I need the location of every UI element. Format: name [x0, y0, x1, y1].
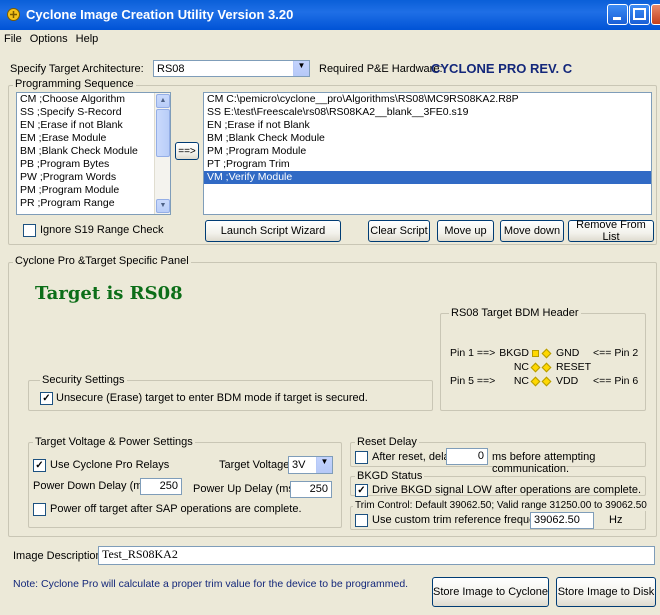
- store-to-disk-button[interactable]: Store Image to Disk: [556, 577, 656, 607]
- unsecure-checkbox[interactable]: ✓: [40, 392, 53, 405]
- launch-wizard-button[interactable]: Launch Script Wizard: [205, 220, 341, 242]
- target-voltage-select[interactable]: 3V ▼: [288, 456, 333, 474]
- command-list[interactable]: CM ;Choose Algorithm SS ;Specify S-Recor…: [16, 92, 171, 215]
- power-down-label: Power Down Delay (ms):: [33, 480, 155, 492]
- trim-unit: Hz: [609, 514, 623, 526]
- programming-sequence-label: Programming Sequence: [13, 78, 136, 90]
- relays-checkbox[interactable]: ✓: [33, 459, 46, 472]
- move-up-button[interactable]: Move up: [437, 220, 494, 242]
- menu-options[interactable]: Options: [26, 30, 72, 45]
- move-down-button[interactable]: Move down: [500, 220, 564, 242]
- power-down-input[interactable]: 250: [140, 478, 182, 495]
- pin1-label: Pin 1 ==>: [450, 347, 496, 359]
- add-command-button[interactable]: ==>: [175, 142, 199, 160]
- reset-delay-input[interactable]: 0: [446, 448, 488, 465]
- pin5-label: Pin 5 ==>: [450, 375, 496, 387]
- list-item[interactable]: PB ;Program Bytes: [17, 158, 170, 171]
- clear-script-button[interactable]: Clear Script: [368, 220, 430, 242]
- target-arch-value: RS08: [157, 63, 185, 75]
- hardware-value: CYCLONE PRO REV. C: [431, 61, 573, 76]
- relays-label: Use Cyclone Pro Relays: [50, 459, 170, 471]
- chevron-down-icon: ▼: [316, 457, 332, 473]
- pin6-label: <== Pin 6: [593, 375, 639, 387]
- list-item[interactable]: SS ;Specify S-Record: [17, 106, 170, 119]
- scroll-down-icon[interactable]: ▼: [156, 199, 170, 213]
- script-item[interactable]: EN ;Erase if not Blank: [204, 119, 651, 132]
- security-label: Security Settings: [40, 374, 127, 386]
- list-item[interactable]: PR ;Program Range: [17, 197, 170, 210]
- voltage-label: Target Voltage & Power Settings: [33, 436, 195, 448]
- reset-prefix: After reset, delay: [372, 451, 456, 463]
- close-button[interactable]: [651, 4, 660, 25]
- maximize-button[interactable]: [629, 4, 650, 25]
- command-list-scrollbar[interactable]: ▲ ▼: [154, 93, 170, 214]
- ignore-range-label: Ignore S19 Range Check: [40, 224, 164, 236]
- target-arch-label: Specify Target Architecture:: [10, 63, 144, 75]
- scroll-up-icon[interactable]: ▲: [156, 94, 170, 108]
- maximize-icon: [633, 8, 646, 20]
- power-off-label: Power off target after SAP operations ar…: [50, 503, 302, 515]
- script-item[interactable]: BM ;Blank Check Module: [204, 132, 651, 145]
- list-item[interactable]: BM ;Blank Check Module: [17, 145, 170, 158]
- pin2-label: <== Pin 2: [593, 347, 639, 359]
- pin-square-icon: [530, 348, 552, 360]
- pin-reset: RESET: [556, 361, 592, 373]
- bdm-header-label: RS08 Target BDM Header: [449, 307, 581, 319]
- reset-checkbox[interactable]: [355, 451, 368, 464]
- scroll-thumb[interactable]: [156, 109, 170, 157]
- trim-note: Note: Cyclone Pro will calculate a prope…: [13, 578, 409, 590]
- image-description-label: Image Description:: [13, 550, 105, 562]
- list-item[interactable]: CM ;Choose Algorithm: [17, 93, 170, 106]
- pin-dot-icon: [530, 362, 552, 374]
- store-to-cyclone-button[interactable]: Store Image to Cyclone: [432, 577, 549, 607]
- menu-help[interactable]: Help: [72, 30, 103, 45]
- unsecure-label: Unsecure (Erase) target to enter BDM mod…: [56, 392, 368, 404]
- pin-vdd: VDD: [556, 375, 579, 387]
- list-item[interactable]: EN ;Erase if not Blank: [17, 119, 170, 132]
- script-item[interactable]: CM C:\pemicro\cyclone__pro\Algorithms\RS…: [204, 93, 651, 106]
- bkgd-checkbox[interactable]: ✓: [355, 484, 368, 497]
- target-panel-label: Cyclone Pro &Target Specific Panel: [13, 255, 191, 267]
- remove-from-list-button[interactable]: Remove From List: [568, 219, 654, 243]
- list-item[interactable]: PW ;Program Words: [17, 171, 170, 184]
- power-up-input[interactable]: 250: [290, 481, 332, 498]
- pin-nc-2: NC: [513, 375, 529, 387]
- list-item[interactable]: EM ;Erase Module: [17, 132, 170, 145]
- pin-nc: NC: [513, 361, 529, 373]
- pin-dot-icon: [530, 376, 552, 388]
- window-title: Cyclone Image Creation Utility Version 3…: [26, 7, 294, 22]
- hardware-label: Required P&E Hardware:: [319, 63, 443, 75]
- minimize-button[interactable]: [607, 4, 628, 25]
- ignore-range-checkbox[interactable]: [23, 224, 36, 237]
- trim-checkbox[interactable]: [355, 514, 368, 527]
- image-description-input[interactable]: Test_RS08KA2: [98, 546, 655, 565]
- pin-gnd: GND: [556, 347, 580, 359]
- chevron-down-icon: ▼: [293, 61, 309, 76]
- script-item[interactable]: SS E:\test\Freescale\rs08\RS08KA2__blank…: [204, 106, 651, 119]
- menu-bar: File Options Help: [0, 30, 660, 48]
- power-off-checkbox[interactable]: [33, 503, 46, 516]
- power-up-label: Power Up Delay (ms):: [193, 483, 301, 495]
- minimize-icon: [613, 17, 621, 20]
- target-voltage-value: 3V: [292, 459, 306, 471]
- trim-frequency-input[interactable]: 39062.50: [530, 512, 594, 529]
- pin-bkgd: BKGD: [499, 347, 529, 359]
- list-item[interactable]: PM ;Program Module: [17, 184, 170, 197]
- app-icon: [7, 8, 20, 21]
- script-item[interactable]: PM ;Program Module: [204, 145, 651, 158]
- menu-file[interactable]: File: [0, 30, 26, 45]
- script-item-selected[interactable]: VM ;Verify Module: [204, 171, 651, 184]
- title-bar: Cyclone Image Creation Utility Version 3…: [0, 0, 660, 30]
- bkgd-option: Drive BKGD signal LOW after operations a…: [372, 484, 642, 496]
- script-item[interactable]: PT ;Program Trim: [204, 158, 651, 171]
- reset-suffix: ms before attempting communication.: [492, 451, 596, 475]
- target-heading: Target is RS08: [35, 283, 183, 304]
- reset-label: Reset Delay: [355, 436, 419, 448]
- trim-label: Trim Control: Default 39062.50; Valid ra…: [353, 500, 649, 511]
- target-voltage-label: Target Voltage:: [219, 459, 293, 471]
- script-list[interactable]: CM C:\pemicro\cyclone__pro\Algorithms\RS…: [203, 92, 652, 215]
- bkgd-label: BKGD Status: [355, 470, 425, 482]
- target-arch-select[interactable]: RS08 ▼: [153, 60, 310, 77]
